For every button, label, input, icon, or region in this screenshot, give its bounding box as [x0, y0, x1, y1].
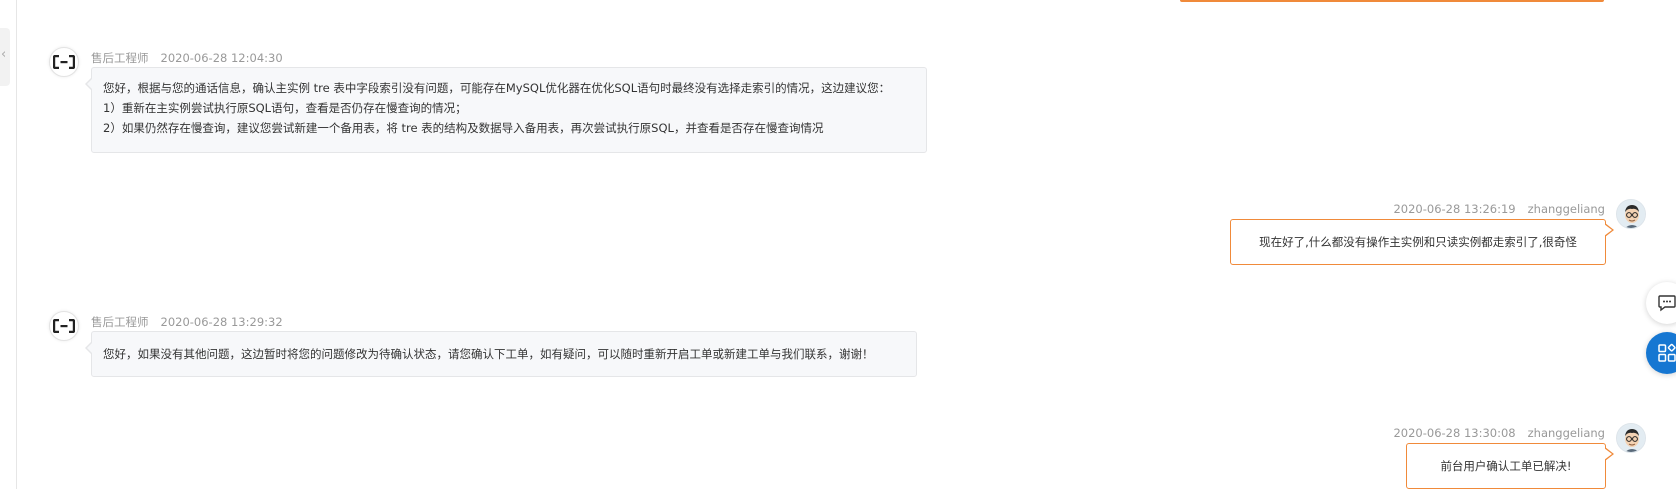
- apps-grid-icon: [1658, 343, 1676, 362]
- aliyun-logo-icon: [53, 319, 75, 333]
- sidebar-collapse-tab[interactable]: ‹: [0, 28, 10, 86]
- engineer-avatar: [49, 311, 79, 341]
- sender-name: 售后工程师: [91, 315, 149, 329]
- message-time: 2020-06-28 13:29:32: [160, 315, 283, 329]
- message-bubble-engineer: 您好，根据与您的通话信息，确认主实例 tre 表中字段索引没有问题，可能存在My…: [85, 67, 927, 153]
- message-meta: 售后工程师 2020-06-28 12:04:30: [91, 50, 283, 66]
- previous-message-bubble-edge: [1180, 0, 1604, 2]
- message-bubble-user: 前台用户确认工单已解决!: [1406, 443, 1614, 489]
- engineer-avatar: [49, 47, 79, 77]
- apps-float-button[interactable]: [1646, 332, 1676, 374]
- chat-float-button[interactable]: [1646, 282, 1676, 324]
- message-bubble-user: 现在好了,什么都没有操作主实例和只读实例都走索引了,很奇怪: [1230, 219, 1614, 265]
- message-meta: 2020-06-28 13:26:19 zhanggeliang: [1393, 202, 1605, 216]
- message-time: 2020-06-28 13:26:19: [1393, 202, 1516, 216]
- sender-name: 售后工程师: [91, 51, 149, 65]
- message-line: 您好，根据与您的通话信息，确认主实例 tre 表中字段索引没有问题，可能存在My…: [103, 81, 891, 95]
- message-line: 现在好了,什么都没有操作主实例和只读实例都走索引了,很奇怪: [1259, 235, 1577, 249]
- message-time: 2020-06-28 13:30:08: [1393, 426, 1516, 440]
- user-cartoon-avatar-icon: [1617, 200, 1645, 228]
- message-bubble-engineer: 您好，如果没有其他问题，这边暂时将您的问题修改为待确认状态，请您确认下工单，如有…: [85, 331, 917, 377]
- message-line: 1）重新在主实例尝试执行原SQL语句，查看是否仍存在慢查询的情况；: [103, 101, 467, 115]
- sender-name: zhanggeliang: [1527, 202, 1605, 216]
- message-meta: 售后工程师 2020-06-28 13:29:32: [91, 314, 283, 330]
- message-line: 2）如果仍然存在慢查询，建议您尝试新建一个备用表，将 tre 表的结构及数据导入…: [103, 121, 824, 135]
- message-line: 前台用户确认工单已解决!: [1440, 459, 1572, 473]
- left-divider: [16, 0, 17, 489]
- message-meta: 2020-06-28 13:30:08 zhanggeliang: [1393, 426, 1605, 440]
- message-line: 您好，如果没有其他问题，这边暂时将您的问题修改为待确认状态，请您确认下工单，如有…: [103, 347, 874, 361]
- user-avatar: [1616, 423, 1646, 453]
- chat-bubble-icon: [1658, 295, 1676, 312]
- sender-name: zhanggeliang: [1527, 426, 1605, 440]
- user-avatar: [1616, 199, 1646, 229]
- message-time: 2020-06-28 12:04:30: [160, 51, 283, 65]
- aliyun-logo-icon: [53, 55, 75, 69]
- user-cartoon-avatar-icon: [1617, 424, 1645, 452]
- chevron-left-icon: ‹: [1, 47, 7, 62]
